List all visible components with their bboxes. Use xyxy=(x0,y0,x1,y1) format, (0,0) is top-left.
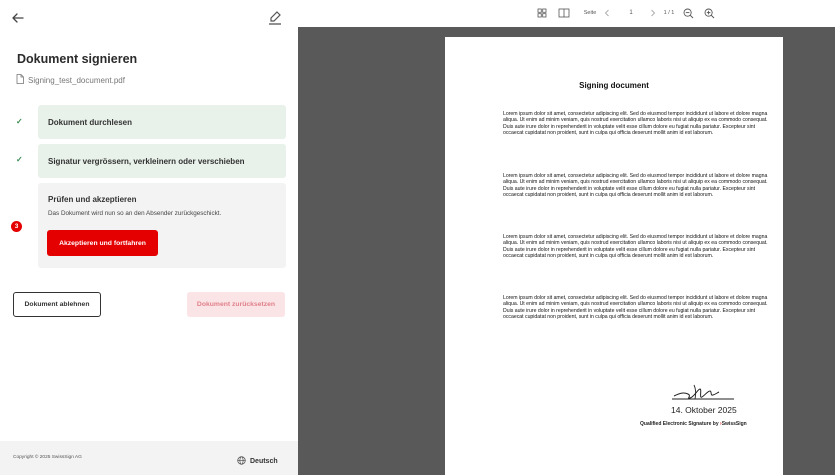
sign-pen-icon[interactable] xyxy=(268,10,282,26)
step-read-document: Dokument durchlesen xyxy=(38,105,286,139)
qualified-brand: SwissSign xyxy=(721,421,747,427)
language-selector[interactable]: Deutsch xyxy=(237,452,278,470)
document-paragraph: Lorem ipsum dolor sit amet, consectetur … xyxy=(503,234,768,260)
document-paragraph: Lorem ipsum dolor sit amet, consectetur … xyxy=(503,173,768,199)
document-paragraph: Lorem ipsum dolor sit amet, consectetur … xyxy=(503,295,768,321)
file-icon xyxy=(16,71,24,89)
qualified-signature-note: Qualified Electronic Signature by ›Swiss… xyxy=(640,421,747,427)
step-label: Prüfen und akzeptieren xyxy=(48,195,137,204)
page-label: Seite xyxy=(583,10,597,16)
step-review-accept: Prüfen und akzeptieren Das Dokument wird… xyxy=(38,183,286,268)
qualified-text: Qualified Electronic Signature by xyxy=(640,421,719,427)
page-title: Dokument signieren xyxy=(17,52,138,66)
file-name-row: Signing_test_document.pdf xyxy=(16,71,125,89)
chevron-right-icon[interactable] xyxy=(648,6,658,20)
step-description: Das Dokument wird nun so an den Absender… xyxy=(48,210,222,217)
zoom-out-icon[interactable] xyxy=(681,6,695,20)
back-arrow-icon[interactable] xyxy=(9,10,27,26)
signing-sidebar: Dokument signieren Signing_test_document… xyxy=(0,0,298,475)
page-number-input[interactable]: 1 xyxy=(620,7,642,20)
thumbnails-icon[interactable] xyxy=(536,6,548,20)
viewer-toolbar: Seite 1 1 / 1 xyxy=(298,0,835,27)
document-paragraph: Lorem ipsum dolor sit amet, consectetur … xyxy=(503,111,768,137)
copyright-text: Copyright © 2025 SwissSign AG xyxy=(13,455,82,460)
check-icon: ✓ xyxy=(16,155,23,164)
chevron-left-icon[interactable] xyxy=(602,6,612,20)
signature-image[interactable] xyxy=(668,381,738,405)
globe-icon xyxy=(237,452,246,470)
step-label: Dokument durchlesen xyxy=(48,118,133,127)
document-viewer: Seite 1 1 / 1 Signing document Lorem ips… xyxy=(298,0,835,475)
footer: Copyright © 2025 SwissSign AG Deutsch xyxy=(0,441,298,475)
zoom-in-icon[interactable] xyxy=(702,6,716,20)
language-label: Deutsch xyxy=(250,457,278,465)
single-page-icon[interactable] xyxy=(557,6,571,20)
reset-document-button[interactable]: Dokument zurücksetzen xyxy=(187,292,285,317)
document-page: Signing document Lorem ipsum dolor sit a… xyxy=(445,37,783,475)
signature-date: 14. Oktober 2025 xyxy=(671,405,737,415)
step-label: Signatur vergrössern, verkleinern oder v… xyxy=(48,157,245,166)
page-count: 1 / 1 xyxy=(663,10,675,16)
step-number-badge: 3 xyxy=(11,221,22,232)
file-name: Signing_test_document.pdf xyxy=(28,75,125,85)
accept-and-continue-button[interactable]: Akzeptieren und fortfahren xyxy=(47,230,158,256)
check-icon: ✓ xyxy=(16,117,23,126)
step-resize-signature: Signatur vergrössern, verkleinern oder v… xyxy=(38,144,286,178)
document-title: Signing document xyxy=(579,81,649,90)
reject-document-button[interactable]: Dokument ablehnen xyxy=(13,292,101,317)
